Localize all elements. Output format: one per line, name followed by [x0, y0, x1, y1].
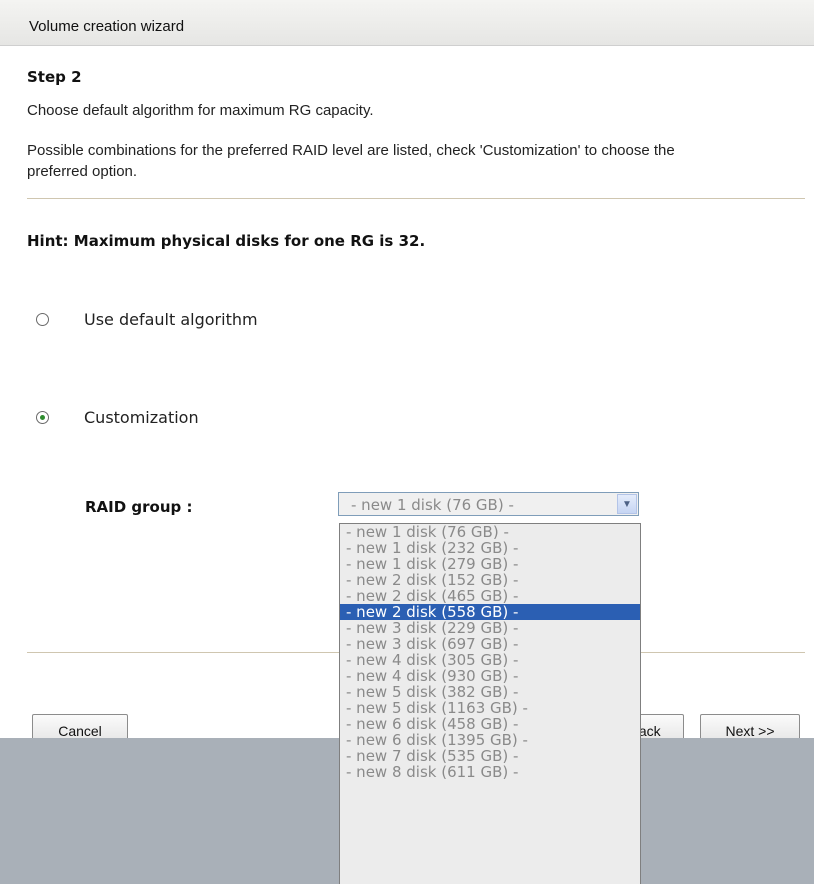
raid-group-option[interactable]: - new 6 disk (458 GB) -: [340, 716, 640, 732]
step-note: Possible combinations for the preferred …: [27, 142, 675, 180]
wizard-title: Volume creation wizard: [29, 18, 185, 35]
raid-group-option[interactable]: - new 7 disk (535 GB) -: [340, 748, 640, 764]
step-description: Choose default algorithm for maximum RG …: [27, 102, 374, 119]
top-divider: [27, 198, 805, 199]
raid-group-select[interactable]: - new 1 disk (76 GB) - ▼: [338, 492, 639, 516]
default-algorithm-option[interactable]: Use default algorithm: [36, 310, 258, 329]
raid-group-option[interactable]: - new 8 disk (611 GB) -: [340, 764, 640, 780]
wizard-title-bar: Volume creation wizard: [0, 0, 814, 46]
raid-group-option[interactable]: - new 4 disk (305 GB) -: [340, 652, 640, 668]
raid-group-selected-value: - new 1 disk (76 GB) -: [351, 496, 514, 514]
raid-group-option[interactable]: - new 2 disk (152 GB) -: [340, 572, 640, 588]
raid-group-option[interactable]: - new 2 disk (465 GB) -: [340, 588, 640, 604]
raid-group-option[interactable]: - new 4 disk (930 GB) -: [340, 668, 640, 684]
raid-group-option[interactable]: - new 5 disk (1163 GB) -: [340, 700, 640, 716]
raid-group-option[interactable]: - new 5 disk (382 GB) -: [340, 684, 640, 700]
raid-group-dropdown-list[interactable]: - new 1 disk (76 GB) -- new 1 disk (232 …: [339, 523, 641, 884]
raid-group-label: RAID group :: [85, 498, 193, 516]
raid-group-option[interactable]: - new 1 disk (76 GB) -: [340, 524, 640, 540]
chevron-down-icon[interactable]: ▼: [617, 494, 637, 514]
raid-group-option[interactable]: - new 2 disk (558 GB) -: [340, 604, 640, 620]
step-title: Step 2: [27, 68, 82, 86]
default-algorithm-radio[interactable]: [36, 313, 49, 326]
default-algorithm-label[interactable]: Use default algorithm: [84, 310, 258, 329]
raid-group-option[interactable]: - new 3 disk (229 GB) -: [340, 620, 640, 636]
raid-group-option[interactable]: - new 3 disk (697 GB) -: [340, 636, 640, 652]
hint-text: Hint: Maximum physical disks for one RG …: [27, 232, 426, 250]
customization-option[interactable]: Customization: [36, 408, 199, 427]
raid-group-option[interactable]: - new 6 disk (1395 GB) -: [340, 732, 640, 748]
raid-group-option[interactable]: - new 1 disk (279 GB) -: [340, 556, 640, 572]
customization-label[interactable]: Customization: [84, 408, 199, 427]
raid-group-option[interactable]: - new 1 disk (232 GB) -: [340, 540, 640, 556]
customization-radio[interactable]: [36, 411, 49, 424]
